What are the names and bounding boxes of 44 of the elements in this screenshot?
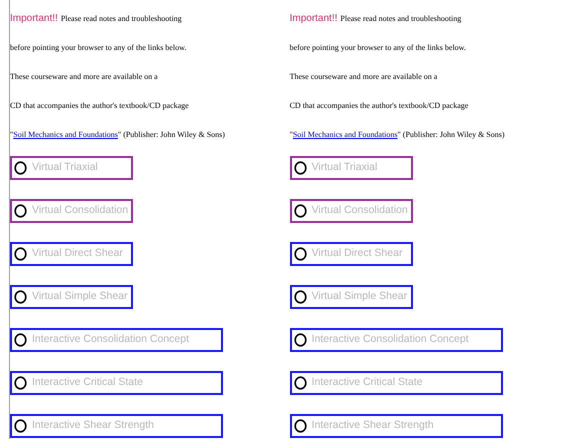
circle-icon	[14, 204, 27, 218]
courseware-link-button[interactable]: Virtual Consolidation	[10, 199, 133, 223]
book-link[interactable]: Soil Mechanics and Foundations	[292, 128, 398, 140]
circle-icon	[14, 376, 27, 390]
courseware-link-button[interactable]: Interactive Consolidation Concept	[290, 328, 503, 352]
notice-text: CD that accompanies the author's textbook/CD package	[290, 100, 468, 112]
circle-icon	[14, 161, 27, 175]
notice-text: before pointing your browser to any of the links below.	[290, 42, 466, 54]
publisher-text: " (Publisher: John Wiley & Sons)	[398, 128, 505, 140]
notice-text: before pointing your browser to any of the links below.	[10, 42, 186, 54]
book-link[interactable]: Soil Mechanics and Foundations	[13, 128, 118, 140]
courseware-link-button[interactable]: Interactive Shear Strength	[290, 414, 503, 438]
publisher-text: " (Publisher: John Wiley & Sons)	[118, 128, 225, 140]
circle-icon	[14, 419, 27, 433]
courseware-link-button[interactable]: Interactive Consolidation Concept	[10, 328, 223, 352]
courseware-link-button[interactable]: Virtual Triaxial	[290, 156, 413, 180]
circle-icon	[294, 376, 307, 390]
notice-text: These courseware and more are available on a	[290, 70, 438, 82]
circle-icon	[294, 247, 307, 261]
courseware-link-button[interactable]: Interactive Critical State	[290, 371, 503, 395]
circle-icon	[294, 204, 307, 218]
courseware-link-button[interactable]: Interactive Critical State	[10, 371, 223, 395]
courseware-link-button[interactable]: Virtual Triaxial	[10, 156, 133, 180]
quote-mark: "	[10, 128, 14, 140]
circle-icon	[294, 290, 307, 304]
circle-icon	[14, 247, 27, 261]
notice-text: Please read notes and troubleshooting	[340, 12, 462, 24]
circle-icon	[14, 290, 27, 304]
circle-icon	[294, 333, 307, 347]
courseware-link-button[interactable]: Virtual Simple Shear	[10, 285, 133, 309]
quote-mark: "	[290, 128, 293, 140]
circle-icon	[294, 161, 307, 175]
notice-text: Please read notes and troubleshooting	[60, 12, 182, 24]
notice-text: These courseware and more are available on a	[10, 70, 158, 82]
courseware-link-button[interactable]: Virtual Direct Shear	[290, 242, 413, 266]
important-label: Important!!	[10, 12, 58, 26]
courseware-link-button[interactable]: Virtual Direct Shear	[10, 242, 133, 266]
courseware-link-button[interactable]: Virtual Consolidation	[290, 199, 413, 223]
circle-icon	[14, 333, 27, 347]
courseware-link-button[interactable]: Interactive Shear Strength	[10, 414, 223, 438]
important-label: Important!!	[290, 12, 338, 26]
notice-text: CD that accompanies the author's textbook/CD package	[10, 100, 189, 112]
circle-icon	[294, 419, 307, 433]
courseware-link-button[interactable]: Virtual Simple Shear	[290, 285, 413, 309]
